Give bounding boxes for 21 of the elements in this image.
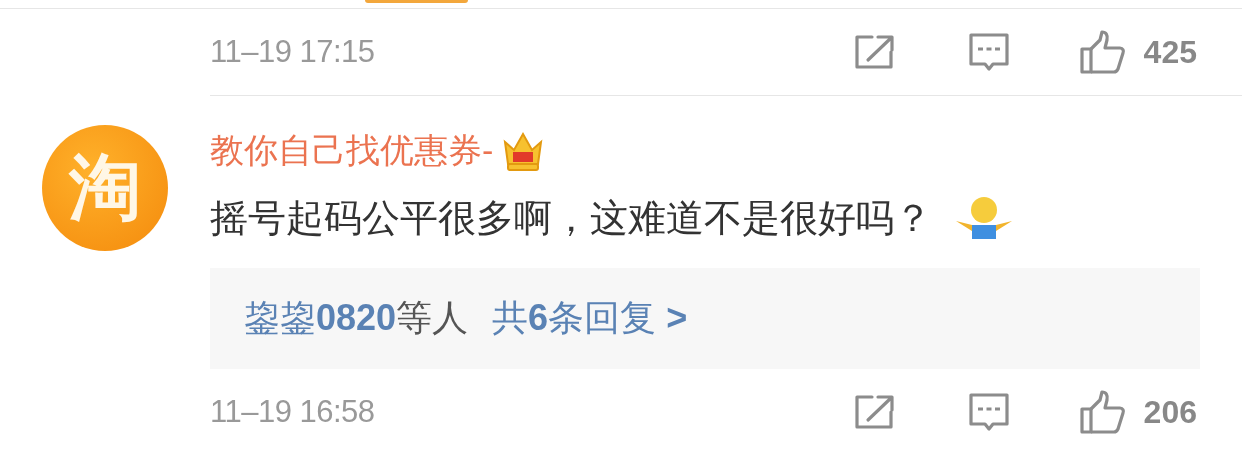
avatar[interactable]: 淘 — [42, 125, 168, 251]
replies-link[interactable]: 共6条回复 > — [492, 294, 688, 343]
comment-text: 摇号起码公平很多啊，这难道不是很好吗？ — [210, 195, 932, 241]
share-icon — [853, 394, 896, 430]
person-shrug-icon — [954, 195, 1014, 241]
share-button[interactable] — [853, 34, 896, 70]
thumbs-up-icon — [1079, 390, 1126, 434]
share-icon — [853, 34, 896, 70]
reply-names[interactable]: 鋆鋆0820 — [244, 294, 397, 343]
comment-icon — [967, 32, 1010, 72]
comment-button[interactable] — [967, 32, 1010, 72]
share-button[interactable] — [853, 394, 896, 430]
reply-suffix: 等人 — [396, 296, 469, 340]
timestamp: 11–19 17:15 — [210, 34, 376, 70]
timestamp: 11–19 16:58 — [210, 394, 376, 430]
comment-button[interactable] — [967, 392, 1010, 432]
like-button[interactable]: 206 — [1079, 390, 1197, 434]
comment-icon — [967, 392, 1010, 432]
like-button[interactable]: 425 — [1079, 30, 1197, 74]
thumbs-up-icon — [1079, 30, 1126, 74]
username[interactable]: 教你自己找优惠券- — [210, 128, 494, 174]
